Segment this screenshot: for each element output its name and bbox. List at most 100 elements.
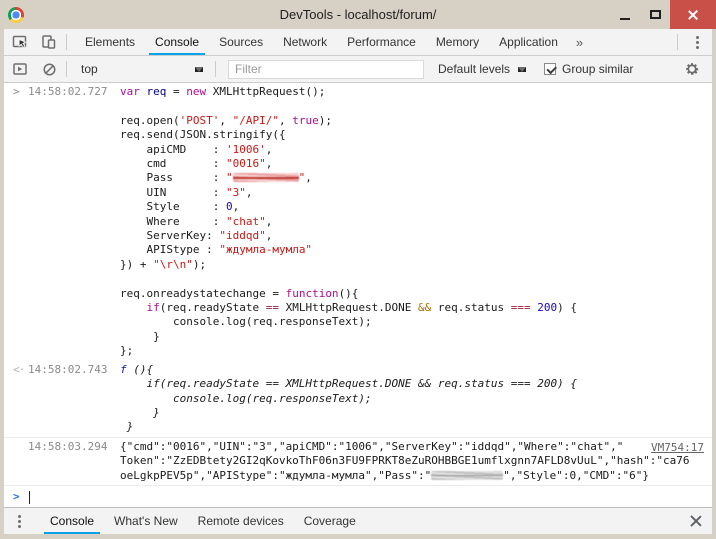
timestamp <box>28 272 108 286</box>
console-line: req.open('POST', "/API/", true); <box>4 114 712 128</box>
command-marker-icon: > <box>13 85 28 99</box>
redacted-password <box>431 471 503 480</box>
device-toolbar-button[interactable] <box>36 31 62 53</box>
clear-console-icon <box>42 62 57 77</box>
drawer-tab-what-s-new[interactable]: What's New <box>104 508 188 534</box>
divider <box>66 61 67 77</box>
text-cursor <box>29 491 30 504</box>
command-marker-icon <box>13 229 28 243</box>
close-drawer-button[interactable] <box>690 515 702 527</box>
console-line: }; <box>4 344 712 358</box>
inspect-icon <box>12 34 29 50</box>
drawer-menu-button[interactable] <box>12 513 26 529</box>
command-marker-icon <box>13 287 28 301</box>
command-marker-icon <box>13 215 28 229</box>
timestamp <box>28 128 108 142</box>
minimize-icon <box>620 18 630 20</box>
timestamp <box>28 406 108 420</box>
command-marker-icon <box>13 469 28 483</box>
command-marker-icon <box>13 440 28 454</box>
tab-memory[interactable]: Memory <box>426 29 489 55</box>
drawer-tab-console[interactable]: Console <box>40 508 104 534</box>
titlebar: DevTools - localhost/forum/ <box>0 0 716 29</box>
command-marker-icon <box>13 128 28 142</box>
timestamp <box>28 99 108 113</box>
timestamp <box>28 420 108 434</box>
inspect-element-button[interactable] <box>7 31 33 53</box>
console-log: >14:58:02.727var req = new XMLHttpReques… <box>4 83 712 507</box>
command-marker-icon <box>13 99 28 113</box>
console-toolbar: top Default levels Group similar <box>4 56 712 83</box>
drawer-tab-coverage[interactable]: Coverage <box>294 508 366 534</box>
gear-icon <box>684 61 700 77</box>
execution-context-selector[interactable]: top <box>71 62 211 76</box>
maximize-button[interactable] <box>640 0 670 29</box>
console-entry-log: 14:58:03.294{"cmd":"0016","UIN":"3","api… <box>4 437 712 486</box>
timestamp <box>28 229 108 243</box>
chevron-down-icon <box>195 67 203 72</box>
timestamp <box>28 258 108 272</box>
chevron-down-icon <box>518 67 526 72</box>
close-button[interactable] <box>670 0 716 29</box>
console-line: UIN : "3", <box>4 186 712 200</box>
tab-console[interactable]: Console <box>145 29 209 55</box>
log-levels-dropdown[interactable]: Default levels <box>438 62 526 76</box>
log-levels-label: Default levels <box>438 62 510 76</box>
command-marker-icon <box>13 344 28 358</box>
drawer-tab-remote-devices[interactable]: Remote devices <box>188 508 294 534</box>
timestamp <box>28 315 108 329</box>
timestamp <box>28 301 108 315</box>
timestamp <box>28 454 108 468</box>
clear-console-button[interactable] <box>36 58 62 80</box>
devtools-menu-button[interactable] <box>690 34 704 50</box>
command-marker-icon <box>13 200 28 214</box>
command-marker-icon <box>13 157 28 171</box>
command-marker-icon <box>13 315 28 329</box>
tab-elements[interactable]: Elements <box>75 29 145 55</box>
console-line <box>4 99 712 113</box>
result-marker-icon <box>13 406 28 420</box>
minimize-button[interactable] <box>610 0 640 29</box>
command-marker-icon <box>13 272 28 286</box>
more-tabs-button[interactable]: » <box>568 35 591 50</box>
result-marker-icon <box>13 392 28 406</box>
tab-network[interactable]: Network <box>273 29 337 55</box>
result-marker-icon <box>13 420 28 434</box>
console-line: oeLgkpPEV5p","APIStype":"ждумла-мумла","… <box>4 469 712 483</box>
command-marker-icon <box>13 171 28 185</box>
command-marker-icon <box>13 243 28 257</box>
command-marker-icon <box>13 301 28 315</box>
tab-performance[interactable]: Performance <box>337 29 426 55</box>
filter-input[interactable] <box>228 60 424 79</box>
console-line: } <box>4 420 712 434</box>
timestamp <box>28 157 108 171</box>
command-marker-icon <box>13 330 28 344</box>
tab-sources[interactable]: Sources <box>209 29 273 55</box>
devtools-panel: ElementsConsoleSourcesNetworkPerformance… <box>4 29 712 534</box>
timestamp <box>28 469 108 483</box>
timestamp <box>28 186 108 200</box>
divider <box>677 34 678 50</box>
redacted-password <box>233 173 299 182</box>
settings-button[interactable] <box>679 58 705 80</box>
tab-application[interactable]: Application <box>489 29 568 55</box>
timestamp <box>28 171 108 185</box>
console-line: if(req.readyState == XMLHttpRequest.DONE… <box>4 301 712 315</box>
main-tabs: ElementsConsoleSourcesNetworkPerformance… <box>75 29 568 55</box>
console-prompt[interactable]: > <box>4 486 712 504</box>
timestamp: 14:58:02.743 <box>28 363 108 377</box>
timestamp: 14:58:03.294 <box>28 440 108 454</box>
console-line: Pass : "", <box>4 171 712 185</box>
result-marker-icon <box>13 377 28 391</box>
timestamp <box>28 330 108 344</box>
console-sidebar-toggle-button[interactable] <box>7 58 33 80</box>
source-location-link[interactable]: VM754:17 <box>651 441 704 455</box>
console-line: >14:58:02.727var req = new XMLHttpReques… <box>4 85 712 99</box>
timestamp <box>28 143 108 157</box>
console-line: console.log(req.responseText); <box>4 315 712 329</box>
group-similar-checkbox[interactable] <box>544 63 556 75</box>
console-line: Style : 0, <box>4 200 712 214</box>
timestamp <box>28 215 108 229</box>
maximize-icon <box>650 10 661 19</box>
close-icon <box>687 9 699 21</box>
